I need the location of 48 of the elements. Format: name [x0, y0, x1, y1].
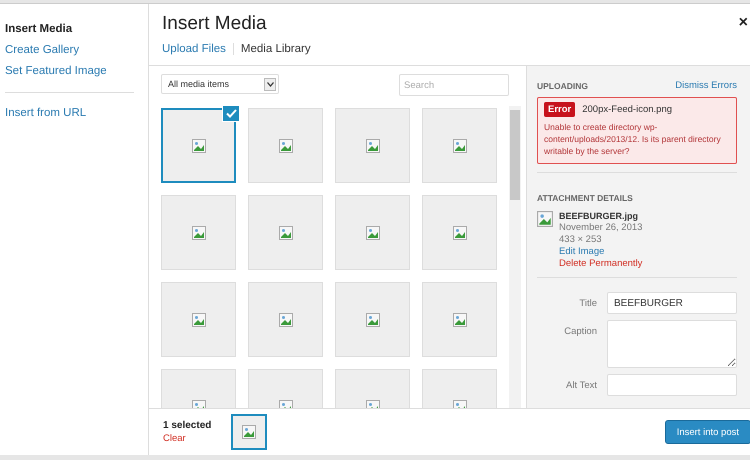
broken-image-icon: [366, 312, 380, 326]
sidebar-item[interactable]: Set Featured Image: [5, 61, 148, 82]
broken-image-icon: [452, 312, 466, 326]
error-text: Unable to create directory wp-content/uploads/2013/12. Is its parent directory writable by the server?: [544, 121, 722, 157]
broken-image-icon: [192, 312, 206, 326]
dismiss-errors-link[interactable]: Dismiss Errors: [675, 80, 737, 91]
selected-thumbnail[interactable]: [231, 414, 268, 450]
section-heading: UPLOADING: [537, 80, 588, 90]
edit-image-link[interactable]: Edit Image: [559, 246, 642, 257]
media-filter-dropdown[interactable]: All media items: [161, 74, 279, 94]
broken-image-icon: [278, 138, 292, 152]
sidebar-item[interactable]: Insert from URL: [5, 103, 148, 124]
tab[interactable]: Media Library: [232, 43, 318, 55]
error-badge: Error: [544, 102, 576, 117]
broken-image-icon: [452, 138, 466, 152]
field-label: Caption: [563, 325, 597, 337]
modal-title: Insert Media: [162, 13, 268, 35]
search-field[interactable]: Search: [399, 74, 509, 96]
clear-link[interactable]: Clear: [163, 433, 212, 444]
delete-link[interactable]: Delete Permanently: [559, 258, 642, 269]
broken-image-icon: [192, 226, 206, 240]
broken-image-icon: [366, 138, 380, 152]
text-field[interactable]: BEEFBURGER: [607, 292, 737, 314]
broken-image-icon: [278, 312, 292, 326]
upload-date: November 26, 2013: [559, 222, 642, 233]
broken-image-icon: [242, 425, 256, 439]
insert-into-post-button[interactable]: Insert into post: [664, 420, 750, 444]
broken-image-icon: [537, 211, 553, 227]
close-button[interactable]: ×: [738, 14, 748, 32]
selection-count: 1 selected: [163, 420, 212, 431]
file-name: BEEFBURGER.jpg: [559, 211, 640, 221]
checkmark-icon: [222, 106, 240, 122]
field-label: Alt Text: [565, 379, 597, 391]
caption-field[interactable]: [607, 320, 737, 368]
text-field[interactable]: [607, 374, 737, 396]
scrollbar[interactable]: [509, 106, 521, 408]
sidebar-item[interactable]: Create Gallery: [5, 40, 148, 61]
tab[interactable]: Upload Files: [162, 43, 233, 55]
caret-icon: [264, 78, 276, 90]
sidebar-item[interactable]: Insert Media: [5, 19, 148, 40]
broken-image-icon: [366, 226, 380, 240]
section-heading: ATTACHMENT DETAILS: [537, 193, 634, 203]
file-name: 200px-Feed-icon.png: [582, 104, 672, 115]
image-dimensions: 433 × 253: [559, 234, 603, 245]
broken-image-icon: [452, 226, 466, 240]
field-label: Title: [578, 297, 597, 309]
broken-image-icon: [278, 226, 292, 240]
broken-image-icon: [192, 138, 206, 152]
